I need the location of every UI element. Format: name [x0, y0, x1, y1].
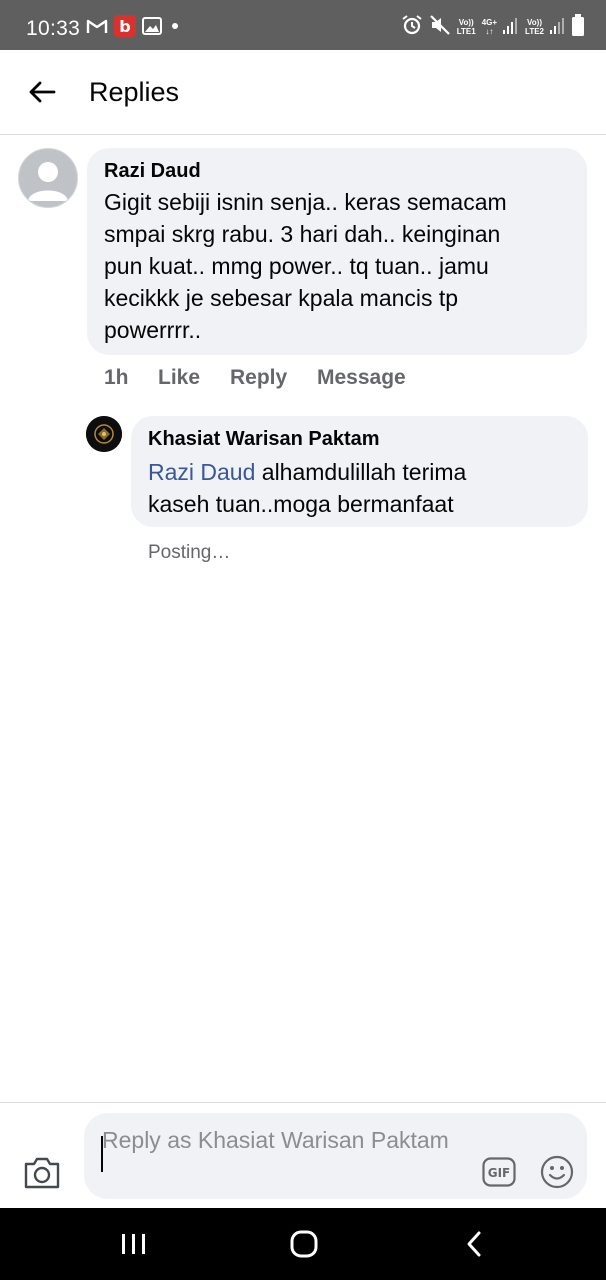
reply-input[interactable]: [102, 1125, 472, 1191]
gif-button[interactable]: GIF: [482, 1157, 516, 1187]
gallery-icon: [142, 16, 162, 40]
system-nav-bar: [0, 1208, 606, 1280]
gif-icon: GIF: [482, 1157, 516, 1187]
replies-header: Replies: [0, 50, 606, 135]
page-logo-icon: [86, 416, 122, 452]
reply-text: Razi Daud alhamdulillah terima kaseh tua…: [148, 459, 467, 517]
status-left-icons: b: [86, 14, 182, 42]
status-bar: 10:33 b Vo)) LTE1 4G+ ↓↑ Vo)) LTE2: [0, 0, 606, 50]
svg-text:b: b: [119, 17, 130, 36]
camera-button[interactable]: [22, 1155, 62, 1191]
comment-timestamp: 1h: [104, 366, 129, 389]
reply-button[interactable]: Reply: [230, 366, 317, 390]
comment-author[interactable]: Razi Daud: [104, 160, 201, 183]
dot-icon: [168, 19, 182, 38]
signal-icon: [550, 16, 566, 39]
comment-text: Gigit sebiji isnin senja.. keras semacam…: [104, 189, 507, 343]
back-nav-button[interactable]: [444, 1224, 504, 1264]
message-button[interactable]: Message: [317, 366, 406, 390]
reply-author[interactable]: Khasiat Warisan Paktam: [148, 428, 380, 451]
smiley-icon: [540, 1155, 574, 1189]
default-avatar-icon: [28, 162, 68, 201]
emoji-button[interactable]: [540, 1155, 574, 1189]
camera-icon: [24, 1157, 60, 1189]
comment-actions: 1h Like Reply Message: [104, 366, 406, 390]
arrow-left-icon: [29, 81, 56, 103]
back-button[interactable]: [22, 72, 62, 112]
volte-lte1-icon: Vo)) LTE1: [456, 18, 476, 36]
text-cursor: [101, 1136, 103, 1172]
mention-link[interactable]: Razi Daud: [148, 459, 255, 485]
network-type-icon: 4G+ ↓↑: [481, 18, 498, 36]
alarm-icon: [401, 14, 423, 41]
signal-icon: [503, 16, 519, 39]
status-right-icons: Vo)) LTE1 4G+ ↓↑ Vo)) LTE2: [401, 13, 584, 41]
recent-apps-button[interactable]: [104, 1224, 164, 1264]
recent-apps-icon: [122, 1234, 145, 1254]
svg-text:GIF: GIF: [488, 1166, 511, 1180]
mute-icon: [429, 14, 451, 41]
battery-icon: [572, 13, 584, 41]
home-icon: [290, 1230, 318, 1258]
like-button[interactable]: Like: [158, 366, 230, 390]
status-time: 10:33: [26, 17, 81, 40]
posting-status: Posting…: [148, 542, 231, 563]
avatar[interactable]: [86, 416, 122, 452]
gmail-icon: [86, 18, 108, 39]
page-title: Replies: [89, 77, 180, 107]
home-button[interactable]: [274, 1224, 334, 1264]
reply-bubble[interactable]: Khasiat Warisan Paktam Razi Daud alhamdu…: [131, 416, 588, 527]
avatar[interactable]: [18, 148, 78, 208]
chevron-left-icon: [467, 1231, 481, 1257]
reply-composer: GIF: [0, 1102, 606, 1209]
comment-bubble[interactable]: Razi Daud Gigit sebiji isnin senja.. ker…: [87, 148, 587, 355]
reply-input-container[interactable]: GIF: [84, 1113, 587, 1199]
app-notification-icon: b: [114, 14, 136, 42]
volte-lte2-icon: Vo)) LTE2: [525, 18, 544, 36]
